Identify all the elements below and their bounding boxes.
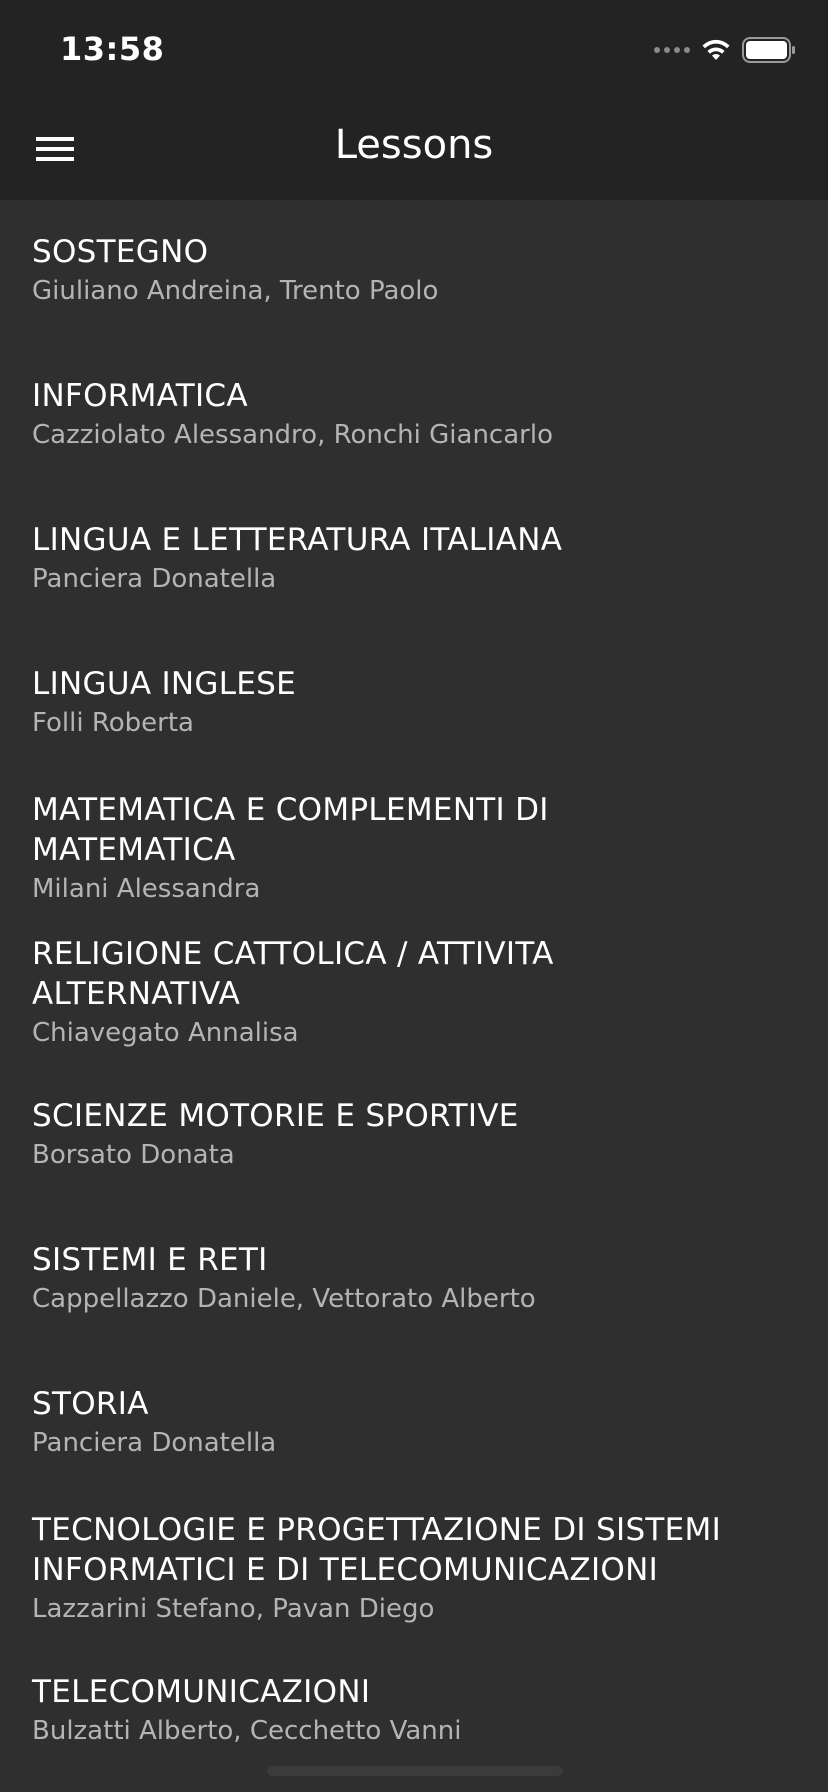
lesson-item[interactable]: LINGUA E LETTERATURA ITALIANA Panciera D…: [32, 520, 792, 598]
lesson-teachers: Folli Roberta: [32, 708, 194, 738]
lesson-teachers: Bulzatti Alberto, Cecchetto Vanni: [32, 1716, 462, 1746]
home-indicator[interactable]: [267, 1766, 563, 1776]
lesson-title: MATEMATICA E COMPLEMENTI DI MATEMATICA: [32, 792, 549, 868]
lessons-list: SOSTEGNO Giuliano Andreina, Trento Paolo…: [0, 200, 828, 1792]
navigation-bar: Lessons: [0, 100, 828, 200]
lesson-teachers: Panciera Donatella: [32, 564, 277, 594]
lesson-title: LINGUA INGLESE: [32, 666, 297, 702]
cellular-signal-icon: [654, 47, 690, 53]
lesson-teachers: Panciera Donatella: [32, 1428, 277, 1458]
lesson-item[interactable]: INFORMATICA Cazziolato Alessandro, Ronch…: [32, 376, 792, 454]
lesson-teachers: Cappellazzo Daniele, Vettorato Alberto: [32, 1284, 536, 1314]
page-title: Lessons: [334, 122, 494, 168]
lesson-item[interactable]: SCIENZE MOTORIE E SPORTIVE Borsato Donat…: [32, 1096, 792, 1174]
lesson-teachers: Milani Alessandra: [32, 874, 261, 904]
battery-icon: [742, 37, 796, 63]
lesson-item[interactable]: TECNOLOGIE E PROGETTAZIONE DI SISTEMI IN…: [32, 1510, 802, 1628]
lesson-title: TECNOLOGIE E PROGETTAZIONE DI SISTEMI IN…: [32, 1512, 722, 1588]
lesson-title: LINGUA E LETTERATURA ITALIANA: [32, 522, 563, 558]
lesson-title: SISTEMI E RETI: [32, 1242, 268, 1278]
lesson-title: SCIENZE MOTORIE E SPORTIVE: [32, 1098, 519, 1134]
lesson-item[interactable]: SOSTEGNO Giuliano Andreina, Trento Paolo: [32, 232, 792, 310]
lesson-title: SOSTEGNO: [32, 234, 209, 270]
lesson-title: STORIA: [32, 1386, 149, 1422]
lesson-title: TELECOMUNICAZIONI: [32, 1674, 371, 1710]
lesson-item[interactable]: LINGUA INGLESE Folli Roberta: [32, 664, 792, 742]
lesson-item[interactable]: STORIA Panciera Donatella: [32, 1384, 792, 1462]
lesson-item[interactable]: SISTEMI E RETI Cappellazzo Daniele, Vett…: [32, 1240, 792, 1318]
lesson-teachers: Giuliano Andreina, Trento Paolo: [32, 276, 439, 306]
lesson-item[interactable]: MATEMATICA E COMPLEMENTI DI MATEMATICA M…: [32, 790, 652, 908]
lesson-title: INFORMATICA: [32, 378, 248, 414]
lesson-teachers: Chiavegato Annalisa: [32, 1018, 299, 1048]
lesson-teachers: Borsato Donata: [32, 1140, 235, 1170]
lesson-item[interactable]: TELECOMUNICAZIONI Bulzatti Alberto, Cecc…: [32, 1672, 792, 1750]
lesson-teachers: Lazzarini Stefano, Pavan Diego: [32, 1594, 435, 1624]
lesson-title: RELIGIONE CATTOLICA / ATTIVITA ALTERNATI…: [32, 936, 554, 1012]
lesson-teachers: Cazziolato Alessandro, Ronchi Giancarlo: [32, 420, 553, 450]
lesson-item[interactable]: RELIGIONE CATTOLICA / ATTIVITA ALTERNATI…: [32, 934, 652, 1052]
status-time: 13:58: [60, 30, 165, 68]
wifi-icon: [700, 38, 732, 62]
status-bar: 13:58: [0, 0, 828, 100]
status-icons: [654, 36, 796, 64]
